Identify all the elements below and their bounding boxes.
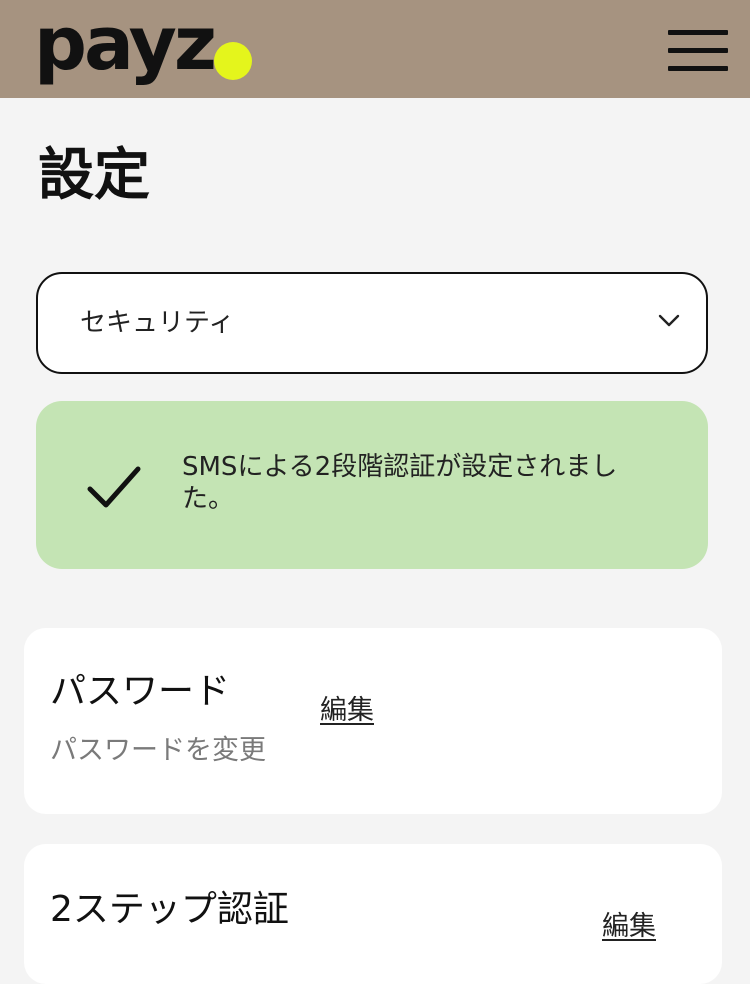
- menu-bar: [668, 30, 728, 35]
- chevron-down-icon: [658, 314, 680, 327]
- settings-category-select[interactable]: セキュリティ: [36, 272, 708, 374]
- password-subtitle: パスワードを変更: [50, 735, 266, 766]
- top-header: payz: [0, 0, 750, 98]
- alert-message: SMSによる2段階認証が設定されました。: [182, 452, 618, 514]
- checkmark-icon: [87, 466, 141, 508]
- payz-logo[interactable]: payz: [34, 1, 252, 87]
- success-alert: SMSによる2段階認証が設定されました。: [36, 401, 708, 569]
- logo-text: payz: [34, 1, 217, 87]
- selected-category: セキュリティ: [80, 308, 235, 338]
- logo-dot: [214, 42, 252, 80]
- edit-password-link[interactable]: 編集: [320, 694, 374, 728]
- password-setting-card: パスワード パスワードを変更 編集: [24, 628, 722, 814]
- edit-two-step-link[interactable]: 編集: [602, 910, 656, 944]
- menu-bar: [668, 48, 728, 53]
- page-title: 設定: [38, 143, 150, 208]
- menu-bar: [668, 66, 728, 71]
- two-step-auth-card: 2ステップ認証 編集: [24, 844, 722, 984]
- two-step-title: 2ステップ認証: [50, 889, 289, 930]
- hamburger-menu-icon[interactable]: [668, 28, 730, 74]
- password-title: パスワード: [50, 671, 231, 712]
